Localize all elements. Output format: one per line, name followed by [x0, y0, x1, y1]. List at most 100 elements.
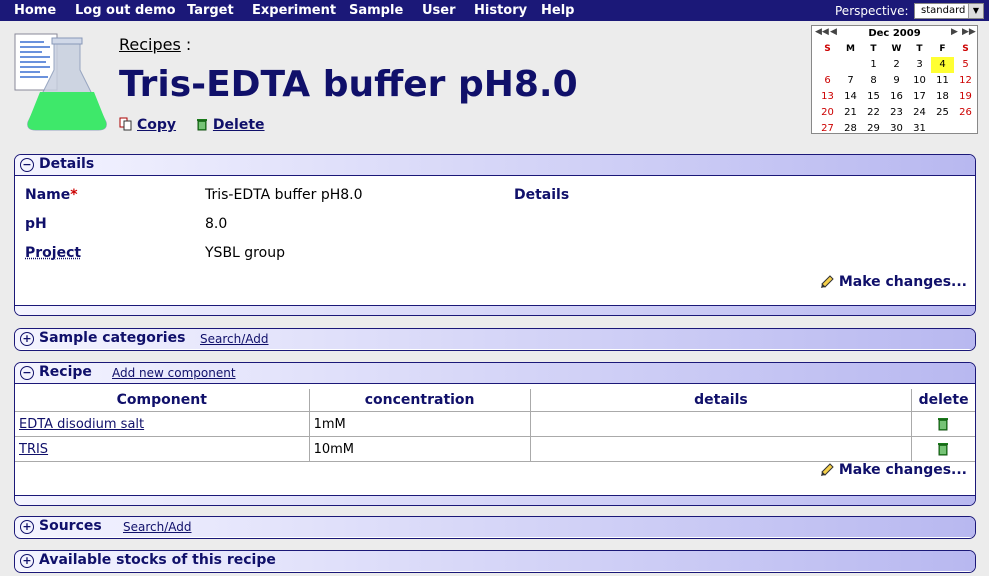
- copy-button[interactable]: Copy: [119, 117, 176, 133]
- sample-categories-search-add-link[interactable]: Search/Add: [200, 332, 269, 346]
- calendar-day[interactable]: 6: [816, 73, 839, 89]
- nav-experiment[interactable]: Experiment: [252, 3, 336, 18]
- recipe-title: Recipe: [39, 364, 92, 380]
- available-stocks-title: Available stocks of this recipe: [39, 552, 276, 568]
- pencil-icon: [820, 463, 834, 476]
- calendar-day[interactable]: 19: [954, 89, 977, 105]
- page-title: Tris-EDTA buffer pH8.0: [119, 64, 578, 105]
- calendar-day[interactable]: 2: [885, 57, 908, 73]
- calendar-day[interactable]: 14: [839, 89, 862, 105]
- nav-history[interactable]: History: [474, 3, 527, 18]
- breadcrumb: Recipes :: [119, 35, 191, 54]
- nav-target[interactable]: Target: [187, 3, 234, 18]
- panel-footer: [15, 495, 975, 505]
- calendar-day[interactable]: 11: [931, 73, 954, 89]
- recipe-flask-icon: [14, 30, 112, 132]
- trash-icon[interactable]: [937, 442, 949, 456]
- calendar-day[interactable]: 7: [839, 73, 862, 89]
- pencil-icon: [820, 275, 834, 288]
- calendar-day[interactable]: 9: [885, 73, 908, 89]
- calendar-day[interactable]: 31: [908, 121, 931, 137]
- calendar-day[interactable]: 4: [931, 57, 954, 73]
- calendar-dow: W: [891, 44, 902, 54]
- sources-search-add-link[interactable]: Search/Add: [123, 520, 192, 534]
- nav-home[interactable]: Home: [14, 3, 56, 18]
- details-panel: − Details Name* Tris-EDTA buffer pH8.0 D…: [14, 154, 976, 316]
- calendar-day[interactable]: 22: [862, 105, 885, 121]
- trash-icon: [196, 119, 207, 131]
- recipe-components-table: Component concentration details delete E…: [15, 389, 975, 462]
- calendar-day[interactable]: 26: [954, 105, 977, 121]
- calendar-dow: S: [824, 44, 831, 54]
- component-cell: EDTA disodium salt: [15, 411, 310, 437]
- component-link[interactable]: EDTA disodium salt: [19, 417, 144, 432]
- calendar-day[interactable]: 29: [862, 121, 885, 137]
- make-changes-button[interactable]: Make changes...: [820, 273, 967, 290]
- concentration-cell: 10mM: [309, 436, 531, 462]
- calendar-empty-cell: [816, 57, 839, 73]
- nav-user[interactable]: User: [422, 3, 456, 18]
- calendar-dow: T: [916, 44, 923, 54]
- breadcrumb-separator: :: [185, 35, 192, 54]
- collapse-icon[interactable]: −: [20, 366, 34, 380]
- calendar-day[interactable]: 28: [839, 121, 862, 137]
- sources-header[interactable]: + Sources Search/Add: [15, 517, 975, 537]
- calendar-day[interactable]: 1: [862, 57, 885, 73]
- calendar-day[interactable]: 23: [885, 105, 908, 121]
- available-stocks-header[interactable]: + Available stocks of this recipe: [15, 551, 975, 571]
- sources-panel: + Sources Search/Add: [14, 516, 976, 539]
- expand-icon[interactable]: +: [20, 332, 34, 346]
- nav-sample[interactable]: Sample: [349, 3, 403, 18]
- calendar-empty-cell: [931, 121, 954, 137]
- calendar-day[interactable]: 15: [862, 89, 885, 105]
- calendar-day[interactable]: 30: [885, 121, 908, 137]
- expand-icon[interactable]: +: [20, 520, 34, 534]
- calendar-day[interactable]: 3: [908, 57, 931, 73]
- available-stocks-panel: + Available stocks of this recipe: [14, 550, 976, 573]
- next-month-icon[interactable]: ▶: [951, 27, 958, 37]
- recipe-make-changes-button[interactable]: Make changes...: [820, 461, 967, 478]
- calendar-day[interactable]: 17: [908, 89, 931, 105]
- delete-button[interactable]: Delete: [195, 117, 265, 133]
- component-link[interactable]: TRIS: [19, 442, 48, 457]
- sources-title: Sources: [39, 518, 102, 534]
- project-label[interactable]: Project: [25, 245, 81, 261]
- details-cell: [530, 411, 913, 437]
- calendar-day[interactable]: 8: [862, 73, 885, 89]
- calendar-day[interactable]: 10: [908, 73, 931, 89]
- calendar-day[interactable]: 27: [816, 121, 839, 137]
- calendar-day[interactable]: 20: [816, 105, 839, 121]
- collapse-icon[interactable]: −: [20, 158, 34, 172]
- ph-label: pH: [25, 216, 47, 232]
- perspective-select[interactable]: standard ▼: [914, 3, 984, 19]
- calendar-dow: S: [962, 44, 969, 54]
- nav-help[interactable]: Help: [541, 3, 574, 18]
- project-value: YSBL group: [205, 245, 285, 261]
- details-header[interactable]: − Details: [15, 155, 975, 176]
- calendar-day[interactable]: 13: [816, 89, 839, 105]
- mini-calendar: ◀◀ ◀ Dec 2009 ▶ ▶▶ S M T W T F S 1 2 3 4 5 6 7 8 9 10 11 1…: [811, 25, 978, 134]
- calendar-day[interactable]: 12: [954, 73, 977, 89]
- delete-label: Delete: [212, 117, 265, 133]
- name-value: Tris-EDTA buffer pH8.0: [205, 187, 363, 203]
- make-changes-label: Make changes...: [838, 274, 967, 290]
- next-year-icon[interactable]: ▶▶: [962, 27, 976, 37]
- expand-icon[interactable]: +: [20, 554, 34, 568]
- calendar-day[interactable]: 25: [931, 105, 954, 121]
- calendar-day[interactable]: 5: [954, 57, 977, 73]
- calendar-day[interactable]: 21: [839, 105, 862, 121]
- calendar-day[interactable]: 18: [931, 89, 954, 105]
- add-new-component-link[interactable]: Add new component: [112, 366, 236, 380]
- calendar-day[interactable]: 16: [885, 89, 908, 105]
- component-cell: TRIS: [15, 436, 310, 462]
- nav-logout[interactable]: Log out demo: [75, 3, 176, 18]
- breadcrumb-recipes-link[interactable]: Recipes: [119, 35, 181, 54]
- trash-icon[interactable]: [937, 417, 949, 431]
- details-field-label: Details: [514, 187, 570, 203]
- copy-icon: [119, 117, 132, 131]
- details-cell: [530, 436, 913, 462]
- calendar-day[interactable]: 24: [908, 105, 931, 121]
- recipe-header[interactable]: − Recipe Add new component: [15, 363, 975, 384]
- column-header-concentration: concentration: [309, 389, 531, 412]
- sample-categories-header[interactable]: + Sample categories Search/Add: [15, 329, 975, 349]
